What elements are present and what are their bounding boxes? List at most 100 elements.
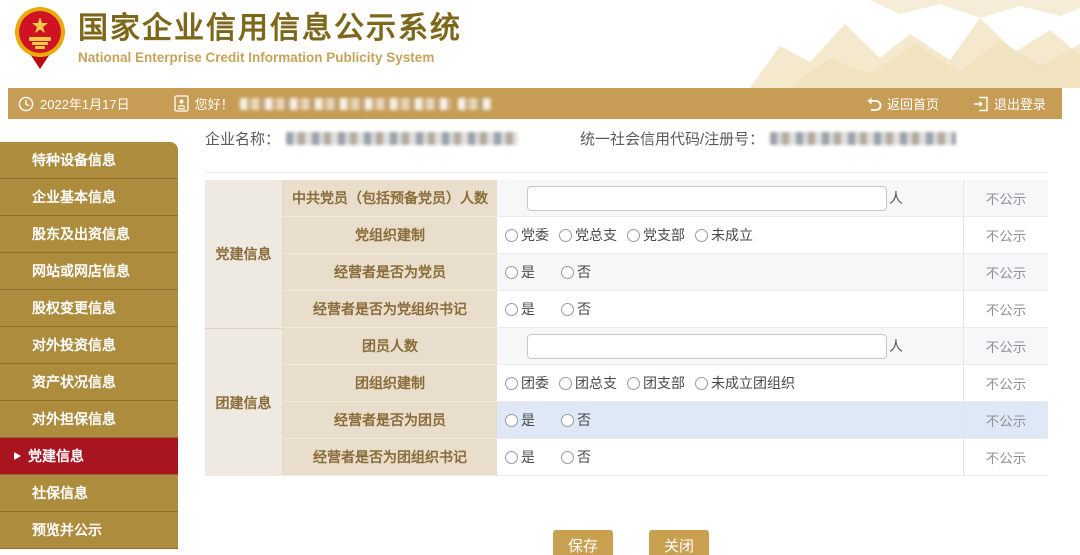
sidebar-item[interactable]: 资产状况信息 (0, 364, 178, 401)
radio-option[interactable]: 是 (505, 447, 535, 467)
company-info-line: 企业名称： 统一社会信用代码/注册号： (205, 138, 1048, 173)
sidebar-item-label: 企业基本信息 (32, 187, 116, 207)
radio-option[interactable]: 否 (561, 410, 591, 430)
publicity-status: 不公示 (963, 217, 1048, 254)
sidebar-item-active[interactable]: 党建信息 (0, 438, 178, 475)
sidebar-item[interactable]: 企业基本信息 (0, 179, 178, 216)
topbar: 2022年1月17日 您好！ 返回首页 (8, 88, 1062, 119)
radio-option[interactable]: 否 (561, 447, 591, 467)
radio-circle-icon[interactable] (561, 414, 574, 427)
sidebar-item-label: 资产状况信息 (32, 372, 116, 392)
radio-option[interactable]: 是 (505, 410, 535, 430)
row-label: 经营者是否为党组织书记 (283, 291, 497, 328)
national-emblem-logo (14, 5, 66, 71)
date-text: 2022年1月17日 (40, 94, 130, 113)
radio-option-label: 是 (521, 447, 535, 467)
radio-option-label: 是 (521, 299, 535, 319)
radio-option-label: 未成立团组织 (711, 373, 795, 393)
date-display: 2022年1月17日 (18, 94, 130, 113)
radio-option-label: 否 (577, 262, 591, 282)
radio-circle-icon[interactable] (695, 229, 708, 242)
radio-option[interactable]: 未成立 (695, 225, 753, 245)
party-group-cell: 党建信息 (205, 180, 283, 328)
radio-circle-icon[interactable] (627, 229, 640, 242)
radio-option-label: 是 (521, 410, 535, 430)
radio-option[interactable]: 否 (561, 299, 591, 319)
publicity-status: 不公示 (963, 439, 1048, 476)
radio-option[interactable]: 党支部 (627, 225, 685, 245)
sidebar-item[interactable]: 对外担保信息 (0, 401, 178, 438)
radio-circle-icon[interactable] (627, 377, 640, 390)
radio-option-label: 党总支 (575, 225, 617, 245)
radio-option[interactable]: 是 (505, 262, 535, 282)
publicity-status: 不公示 (963, 365, 1048, 402)
save-button[interactable]: 保存 (553, 530, 613, 555)
sidebar-item[interactable]: 社保信息 (0, 475, 178, 512)
league-member-count-input[interactable] (527, 334, 887, 359)
close-button[interactable]: 关闭 (649, 530, 709, 555)
unit-label: 人 (889, 188, 903, 208)
row-label: 党组织建制 (283, 217, 497, 254)
row-label: 中共党员（包括预备党员）人数 (283, 180, 497, 217)
site-subtitle: National Enterprise Credit Information P… (78, 50, 462, 65)
back-home-link[interactable]: 返回首页 (865, 94, 939, 113)
sidebar-item[interactable]: 预览并公示 (0, 512, 178, 549)
company-name-redacted (286, 132, 518, 145)
form-actions: 保存 关闭 (553, 530, 709, 555)
radio-circle-icon[interactable] (561, 303, 574, 316)
radio-circle-icon[interactable] (505, 414, 518, 427)
publicity-status: 不公示 (963, 402, 1048, 439)
radio-circle-icon[interactable] (559, 377, 572, 390)
radio-option[interactable]: 党委 (505, 225, 549, 245)
sidebar-item-label: 对外担保信息 (32, 409, 116, 429)
user-name-redacted (240, 98, 452, 110)
row-content: 人 (497, 180, 963, 217)
radio-option-label: 否 (577, 410, 591, 430)
radio-circle-icon[interactable] (695, 377, 708, 390)
back-arrow-icon (865, 96, 882, 111)
radio-circle-icon[interactable] (505, 229, 518, 242)
sidebar-item[interactable]: 特种设备信息 (0, 142, 178, 179)
greeting-text: 您好！ (195, 94, 234, 113)
row-label: 团组织建制 (283, 365, 497, 402)
radio-circle-icon[interactable] (559, 229, 572, 242)
radio-option-label: 团委 (521, 373, 549, 393)
radio-option[interactable]: 团委 (505, 373, 549, 393)
radio-circle-icon[interactable] (561, 266, 574, 279)
radio-circle-icon[interactable] (505, 266, 518, 279)
league-group-cell: 团建信息 (205, 328, 283, 476)
radio-option-label: 党支部 (643, 225, 685, 245)
radio-option[interactable]: 党总支 (559, 225, 617, 245)
radio-circle-icon[interactable] (505, 303, 518, 316)
radio-option-label: 党委 (521, 225, 549, 245)
radio-option[interactable]: 团支部 (627, 373, 685, 393)
radio-circle-icon[interactable] (561, 451, 574, 464)
sidebar-item[interactable]: 股东及出资信息 (0, 216, 178, 253)
sidebar-item-label: 股权变更信息 (32, 298, 116, 318)
radio-option-label: 团总支 (575, 373, 617, 393)
row-label: 经营者是否为团员 (283, 402, 497, 439)
sidebar-item-label: 网站或网店信息 (32, 261, 130, 281)
row-content: 是否 (497, 439, 963, 476)
site-title: 国家企业信用信息公示系统 (78, 12, 462, 46)
id-card-icon (174, 95, 189, 112)
party-member-count-input[interactable] (527, 186, 887, 211)
radio-option[interactable]: 团总支 (559, 373, 617, 393)
publicity-status: 不公示 (963, 180, 1048, 217)
sidebar-item-label: 股东及出资信息 (32, 224, 130, 244)
active-arrow-icon (14, 452, 21, 460)
logout-link[interactable]: 退出登录 (973, 94, 1046, 113)
row-content: 人 (497, 328, 963, 365)
radio-circle-icon[interactable] (505, 377, 518, 390)
sidebar-item[interactable]: 对外投资信息 (0, 327, 178, 364)
sidebar-item[interactable]: 股权变更信息 (0, 290, 178, 327)
row-content: 团委 团总支团支部 未成立团组织 (497, 365, 963, 402)
radio-circle-icon[interactable] (505, 451, 518, 464)
publicity-status: 不公示 (963, 328, 1048, 365)
radio-option[interactable]: 否 (561, 262, 591, 282)
radio-option[interactable]: 未成立团组织 (695, 373, 795, 393)
sidebar-item[interactable]: 网站或网店信息 (0, 253, 178, 290)
row-label: 经营者是否为党员 (283, 254, 497, 291)
logout-label: 退出登录 (994, 94, 1046, 113)
radio-option[interactable]: 是 (505, 299, 535, 319)
